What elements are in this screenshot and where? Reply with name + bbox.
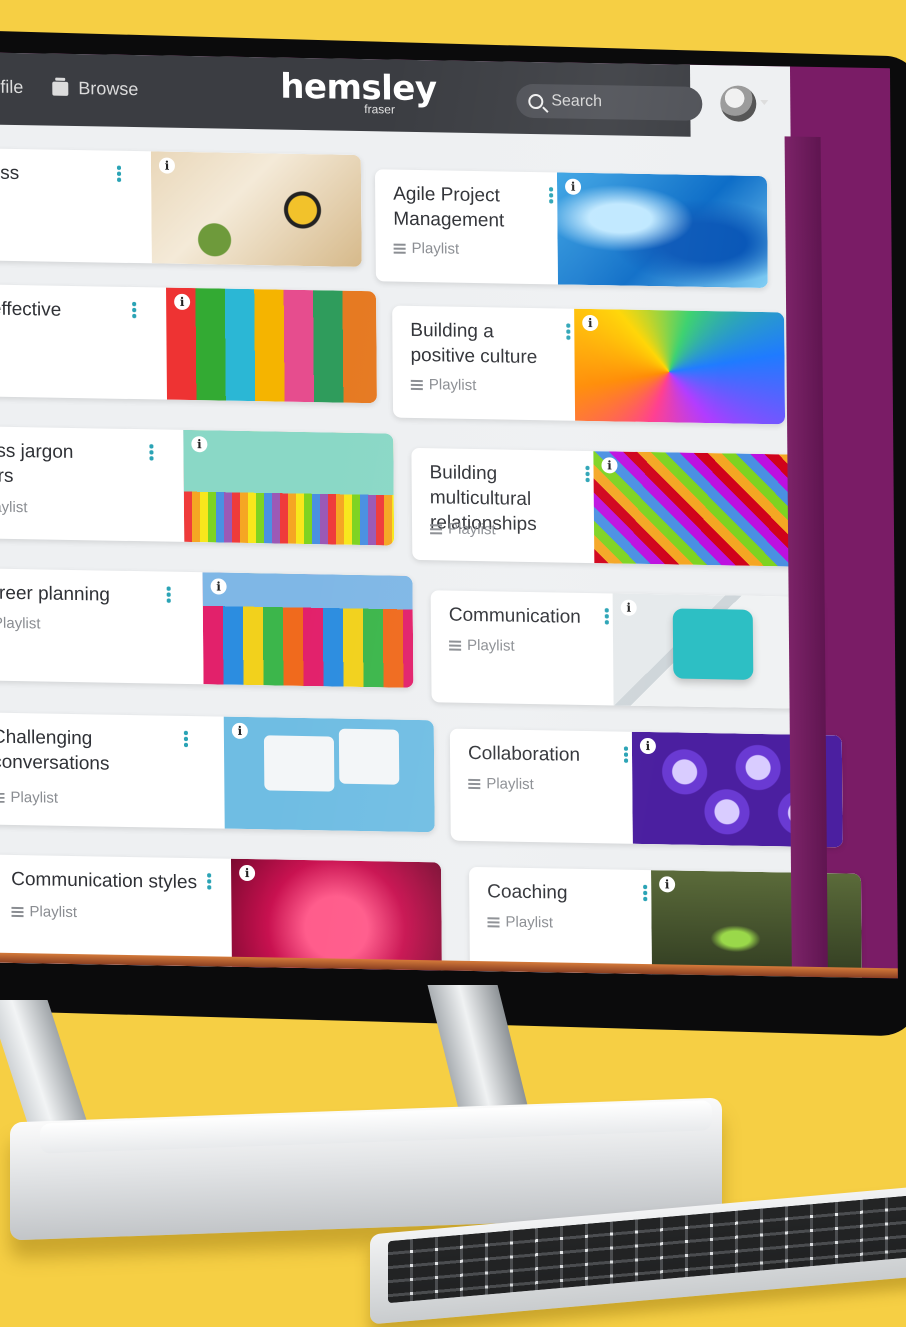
info-icon[interactable]: i [231,722,248,740]
brand-logo[interactable]: hemsley fraser [280,66,437,117]
list-icon [468,778,481,789]
card-title: Building a positive culture [410,319,538,369]
list-icon [487,916,500,927]
card-title: Agile Project Management [393,183,505,232]
more-options-icon[interactable] [116,164,122,183]
chevron-down-icon[interactable] [760,99,769,106]
browse-icon [52,81,69,96]
playlist-card[interactable]: Communication Playlist i [430,590,824,710]
playlist-card[interactable]: Building a positive culture Playlist i [392,305,786,425]
info-icon[interactable]: i [158,157,176,174]
card-meta-label: Playlist [486,775,534,794]
info-icon[interactable]: i [239,864,256,882]
card-meta-label: Playlist [467,636,515,655]
playlist-card[interactable]: veness st i [0,147,362,268]
app-viewport: file Browse hemsley fraser Search veness… [0,52,862,979]
card-meta: Playlist [449,637,515,655]
info-icon[interactable]: i [174,293,191,311]
woven-fabric-image [593,451,805,567]
card-meta: Playlist [0,498,28,516]
more-options-icon[interactable] [566,322,571,341]
card-meta: Playlist [430,520,496,538]
side-panel-edge [784,136,828,978]
monitor-screen: file Browse hemsley fraser Search veness… [0,52,898,979]
card-meta-label: Playlist [10,788,59,807]
avatar[interactable] [720,85,757,122]
playlist-card[interactable]: Building multicultural relationships Pla… [411,447,805,567]
search-input[interactable]: Search [516,83,703,121]
colorful-blocks-image [166,287,377,404]
card-meta-label: Playlist [428,376,477,395]
list-icon [11,906,24,917]
nav-profile-link[interactable]: file [0,77,23,98]
playlist-card[interactable]: Collaboration Playlist i [449,728,843,848]
more-options-icon[interactable] [183,729,189,749]
card-meta-label: Playlist [505,913,554,932]
more-options-icon[interactable] [623,745,629,764]
card-title: Career planning [0,582,111,606]
colorful-feathers-image [574,308,786,425]
playlist-card[interactable]: Challenging conversations Playlist i [0,712,435,833]
playlist-card[interactable]: siness jargon usters Playlist i [0,425,395,546]
card-title: ing effective ns [0,298,62,321]
info-icon[interactable]: i [601,457,618,474]
card-meta: Playlist [393,239,460,258]
list-icon [0,792,5,803]
info-icon[interactable]: i [639,737,656,755]
search-placeholder: Search [551,92,603,111]
card-meta: Playlist [410,376,477,395]
nav-browse-link[interactable]: Browse [52,78,138,101]
more-options-icon[interactable] [166,585,171,604]
more-options-icon[interactable] [585,464,590,484]
more-options-icon[interactable] [132,301,137,320]
card-title: Communication styles [11,868,198,894]
search-icon [528,93,544,109]
playlist-card[interactable]: Career planning Playlist i [0,567,414,688]
card-title: Challenging conversations [0,726,110,775]
card-meta: Playlist [468,775,534,793]
card-meta-label: Playlist [0,498,28,517]
playlist-card[interactable]: ing effective ns aylist i [0,283,377,404]
logo-wordmark: hemsley [280,66,437,110]
crafts-painting-image [150,151,362,268]
card-meta-label: Playlist [0,614,41,633]
top-navigation-bar: file Browse hemsley fraser Search [0,52,769,137]
info-icon[interactable]: i [582,314,599,332]
list-icon [393,243,406,254]
list-icon [410,379,423,390]
card-title: siness jargon usters [0,440,74,487]
more-options-icon[interactable] [207,872,212,891]
card-meta: Playlist [0,789,58,807]
plant-sprout-image [651,870,862,979]
card-meta: Playlist [11,903,77,921]
more-options-icon[interactable] [549,186,554,205]
more-options-icon[interactable] [643,883,648,903]
card-meta-label: Playlist [411,239,460,258]
card-title: veness [0,161,20,185]
list-icon [430,523,443,534]
info-icon[interactable]: i [210,578,227,595]
blue-water-image [556,172,768,289]
bunting-flags-image [202,572,414,688]
more-options-icon[interactable] [149,443,154,462]
more-options-icon[interactable] [604,607,609,626]
speech-bubbles-image [223,716,435,833]
info-icon[interactable]: i [191,436,208,453]
info-icon[interactable]: i [659,876,676,893]
info-icon[interactable]: i [620,599,637,616]
list-icon [449,640,462,651]
playlist-card[interactable]: Agile Project Management Playlist i [374,169,768,289]
card-meta-label: Playlist [29,903,78,922]
card-meta: Playlist [487,913,553,931]
nav-browse-label: Browse [78,78,139,100]
card-meta-label: Playlist [447,520,496,539]
card-meta: Playlist [0,614,41,633]
info-icon[interactable]: i [564,178,582,195]
colored-pencils-image [183,429,395,546]
